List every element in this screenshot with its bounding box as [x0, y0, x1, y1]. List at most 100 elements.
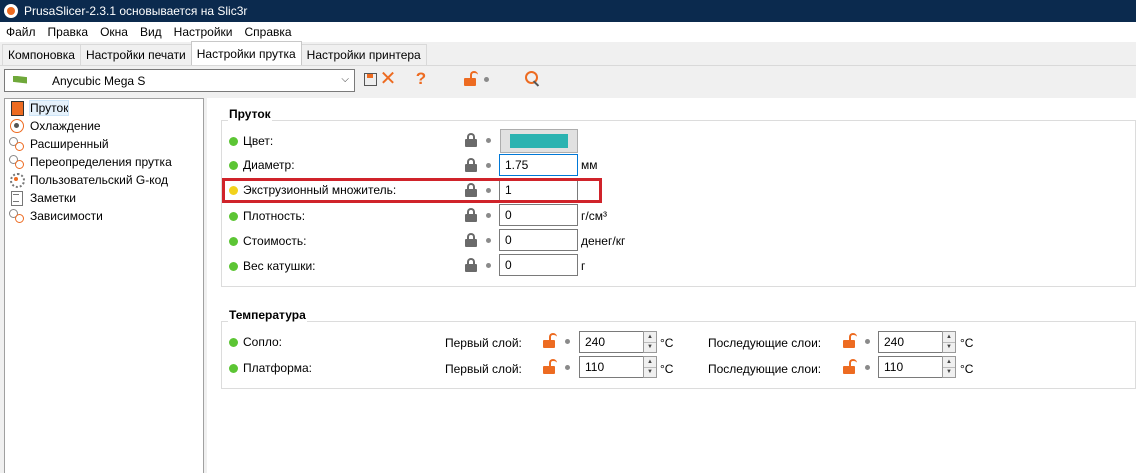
- dot-icon[interactable]: [486, 238, 491, 243]
- menu-view[interactable]: Вид: [134, 25, 168, 39]
- dot-icon[interactable]: [486, 263, 491, 268]
- search-icon: [525, 71, 541, 87]
- bed-row: Платформа:: [229, 357, 312, 379]
- sidebar-item-advanced[interactable]: Расширенный: [5, 135, 203, 153]
- preset-dropdown[interactable]: Anycubic Mega S ⌵: [4, 69, 355, 92]
- nozzle-first-layer-spinner[interactable]: ▲ ▼: [643, 331, 657, 353]
- lock-open-icon[interactable]: [543, 333, 557, 348]
- density-unit: г/см³: [581, 209, 607, 223]
- dot-icon[interactable]: [486, 213, 491, 218]
- dot-icon[interactable]: [486, 188, 491, 193]
- tab-filament-settings[interactable]: Настройки прутка: [190, 41, 302, 65]
- dot-icon[interactable]: [486, 163, 491, 168]
- cost-input[interactable]: 0: [499, 229, 578, 251]
- menu-window[interactable]: Окна: [94, 25, 134, 39]
- nozzle-first-layer-input[interactable]: 240: [579, 331, 644, 353]
- menu-configuration[interactable]: Настройки: [168, 25, 239, 39]
- lock-icon[interactable]: [465, 133, 477, 147]
- dot-icon[interactable]: [486, 138, 491, 143]
- tab-print-settings[interactable]: Настройки печати: [79, 44, 192, 65]
- density-input[interactable]: 0: [499, 204, 578, 226]
- cost-row: Стоимость:: [229, 230, 306, 252]
- nozzle-other-layers-spinner[interactable]: ▲ ▼: [942, 331, 956, 353]
- color-swatch: [510, 134, 568, 148]
- lock-icon[interactable]: [465, 183, 477, 197]
- help-button[interactable]: ?: [411, 69, 431, 89]
- lock-icon[interactable]: [465, 158, 477, 172]
- sidebar-item-label: Расширенный: [30, 137, 109, 151]
- sidebar-item-dependencies[interactable]: Зависимости: [5, 207, 203, 225]
- bed-first-layer-spinner[interactable]: ▲ ▼: [643, 356, 657, 378]
- save-preset-button[interactable]: [360, 69, 380, 89]
- spool-icon: [9, 101, 25, 116]
- status-dot-icon: [229, 136, 238, 146]
- diameter-unit: мм: [581, 158, 598, 172]
- sidebar-item-label: Пруток: [28, 100, 70, 116]
- help-icon: ?: [415, 69, 427, 88]
- status-dot-icon: [229, 236, 238, 246]
- status-dot-icon: [229, 337, 238, 347]
- spool-weight-label: Вес катушки:: [243, 259, 316, 273]
- status-dot-icon: [229, 211, 238, 221]
- lock-open-icon[interactable]: [543, 359, 557, 374]
- search-button[interactable]: [523, 69, 543, 89]
- bed-other-layers-input[interactable]: 110: [878, 356, 943, 378]
- bed-first-layer-input[interactable]: 110: [579, 356, 644, 378]
- sidebar-item-filament-overrides[interactable]: Переопределения прутка: [5, 153, 203, 171]
- color-row: Цвет:: [229, 130, 273, 152]
- menu-edit[interactable]: Правка: [42, 25, 95, 39]
- lock-icon[interactable]: [465, 208, 477, 222]
- dot-icon[interactable]: [865, 339, 870, 344]
- gears-icon: [9, 137, 25, 151]
- menu-help[interactable]: Справка: [239, 25, 298, 39]
- window-title: PrusaSlicer-2.3.1 основывается на Slic3r: [24, 4, 248, 18]
- nozzle-label: Сопло:: [243, 335, 282, 349]
- diameter-input[interactable]: 1.75: [499, 154, 578, 176]
- value-dot-legend: [476, 69, 496, 89]
- temperature-unit: °C: [660, 336, 674, 350]
- sidebar-item-cooling[interactable]: Охлаждение: [5, 117, 203, 135]
- filament-group-title: Пруток: [228, 107, 272, 121]
- bed-other-layers-spinner[interactable]: ▲ ▼: [942, 356, 956, 378]
- dot-icon[interactable]: [865, 365, 870, 370]
- filament-group: [221, 120, 1136, 287]
- dot-icon[interactable]: [565, 339, 570, 344]
- lock-icon[interactable]: [465, 233, 477, 247]
- fan-icon: [9, 119, 25, 133]
- status-dot-icon: [229, 261, 238, 271]
- flag-icon: [13, 76, 27, 86]
- nozzle-other-layers-label: Последующие слои:: [708, 336, 822, 350]
- sidebar-item-label: Зависимости: [30, 209, 103, 223]
- nozzle-first-layer-label: Первый слой:: [445, 336, 522, 350]
- lock-open-icon[interactable]: [843, 359, 857, 374]
- lock-open-icon: [464, 71, 478, 86]
- app-logo-icon: [4, 4, 18, 18]
- sidebar-item-custom-gcode[interactable]: Пользовательский G-код: [5, 171, 203, 189]
- extrusion-multiplier-row: Экструзионный множитель:: [229, 179, 396, 201]
- lock-icon[interactable]: [465, 258, 477, 272]
- title-bar: PrusaSlicer-2.3.1 основывается на Slic3r: [0, 0, 1136, 22]
- tab-plater[interactable]: Компоновка: [2, 44, 81, 65]
- temperature-unit: °C: [960, 362, 974, 376]
- temperature-unit: °C: [660, 362, 674, 376]
- color-label: Цвет:: [243, 134, 274, 148]
- lock-open-icon[interactable]: [843, 333, 857, 348]
- tab-printer-settings[interactable]: Настройки принтера: [300, 44, 427, 65]
- extrusion-multiplier-label: Экструзионный множитель:: [243, 183, 397, 197]
- preset-name: Anycubic Mega S: [52, 73, 146, 88]
- delete-icon: ✕: [379, 68, 397, 90]
- delete-preset-button[interactable]: ✕: [378, 69, 398, 89]
- diameter-label: Диаметр:: [243, 158, 295, 172]
- spool-weight-row: Вес катушки:: [229, 255, 315, 277]
- spool-weight-input[interactable]: 0: [499, 254, 578, 276]
- extrusion-multiplier-input[interactable]: 1: [499, 179, 578, 201]
- color-picker-button[interactable]: [500, 129, 578, 153]
- menu-file[interactable]: Файл: [0, 25, 42, 39]
- save-icon: [363, 72, 377, 86]
- bed-other-layers-label: Последующие слои:: [708, 362, 822, 376]
- sidebar-item-notes[interactable]: Заметки: [5, 189, 203, 207]
- dot-icon[interactable]: [565, 365, 570, 370]
- nozzle-other-layers-input[interactable]: 240: [878, 331, 943, 353]
- sidebar-item-filament[interactable]: Пруток: [5, 99, 203, 117]
- temperature-group-title: Температура: [228, 308, 307, 322]
